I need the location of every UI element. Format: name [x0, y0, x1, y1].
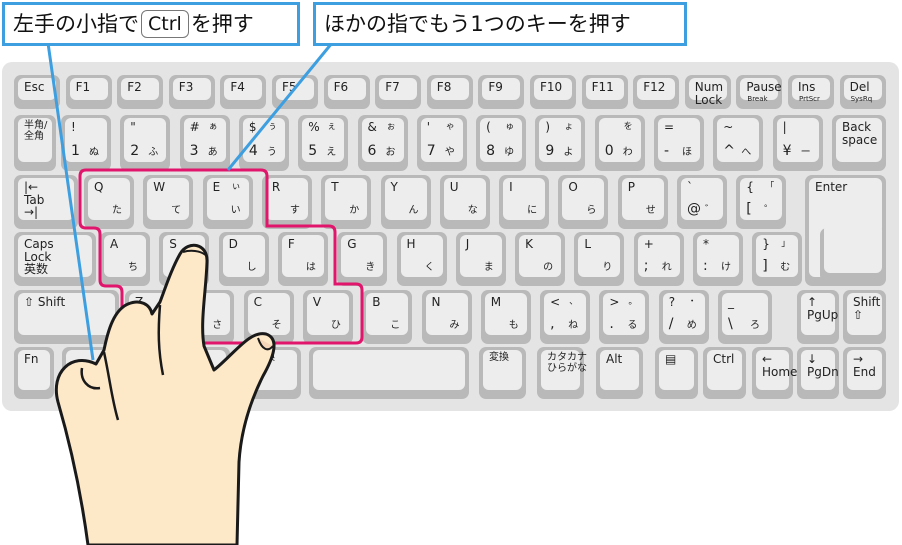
callout-left: 左手の小指で Ctrl を押す	[2, 2, 300, 46]
overlay	[46, 42, 364, 545]
callout-left-text-after: を押す	[190, 12, 254, 36]
callout-pointer-left	[46, 42, 95, 361]
ctrl-key-label: Ctrl	[141, 10, 189, 38]
hand-illustration	[54, 243, 276, 545]
callout-left-text-before: 左手の小指で	[13, 12, 139, 36]
callout-pointer-right	[226, 42, 334, 171]
callout-right: ほかの指でもう1つのキーを押す	[313, 2, 687, 46]
callout-right-text: ほかの指でもう1つのキーを押す	[324, 12, 631, 36]
